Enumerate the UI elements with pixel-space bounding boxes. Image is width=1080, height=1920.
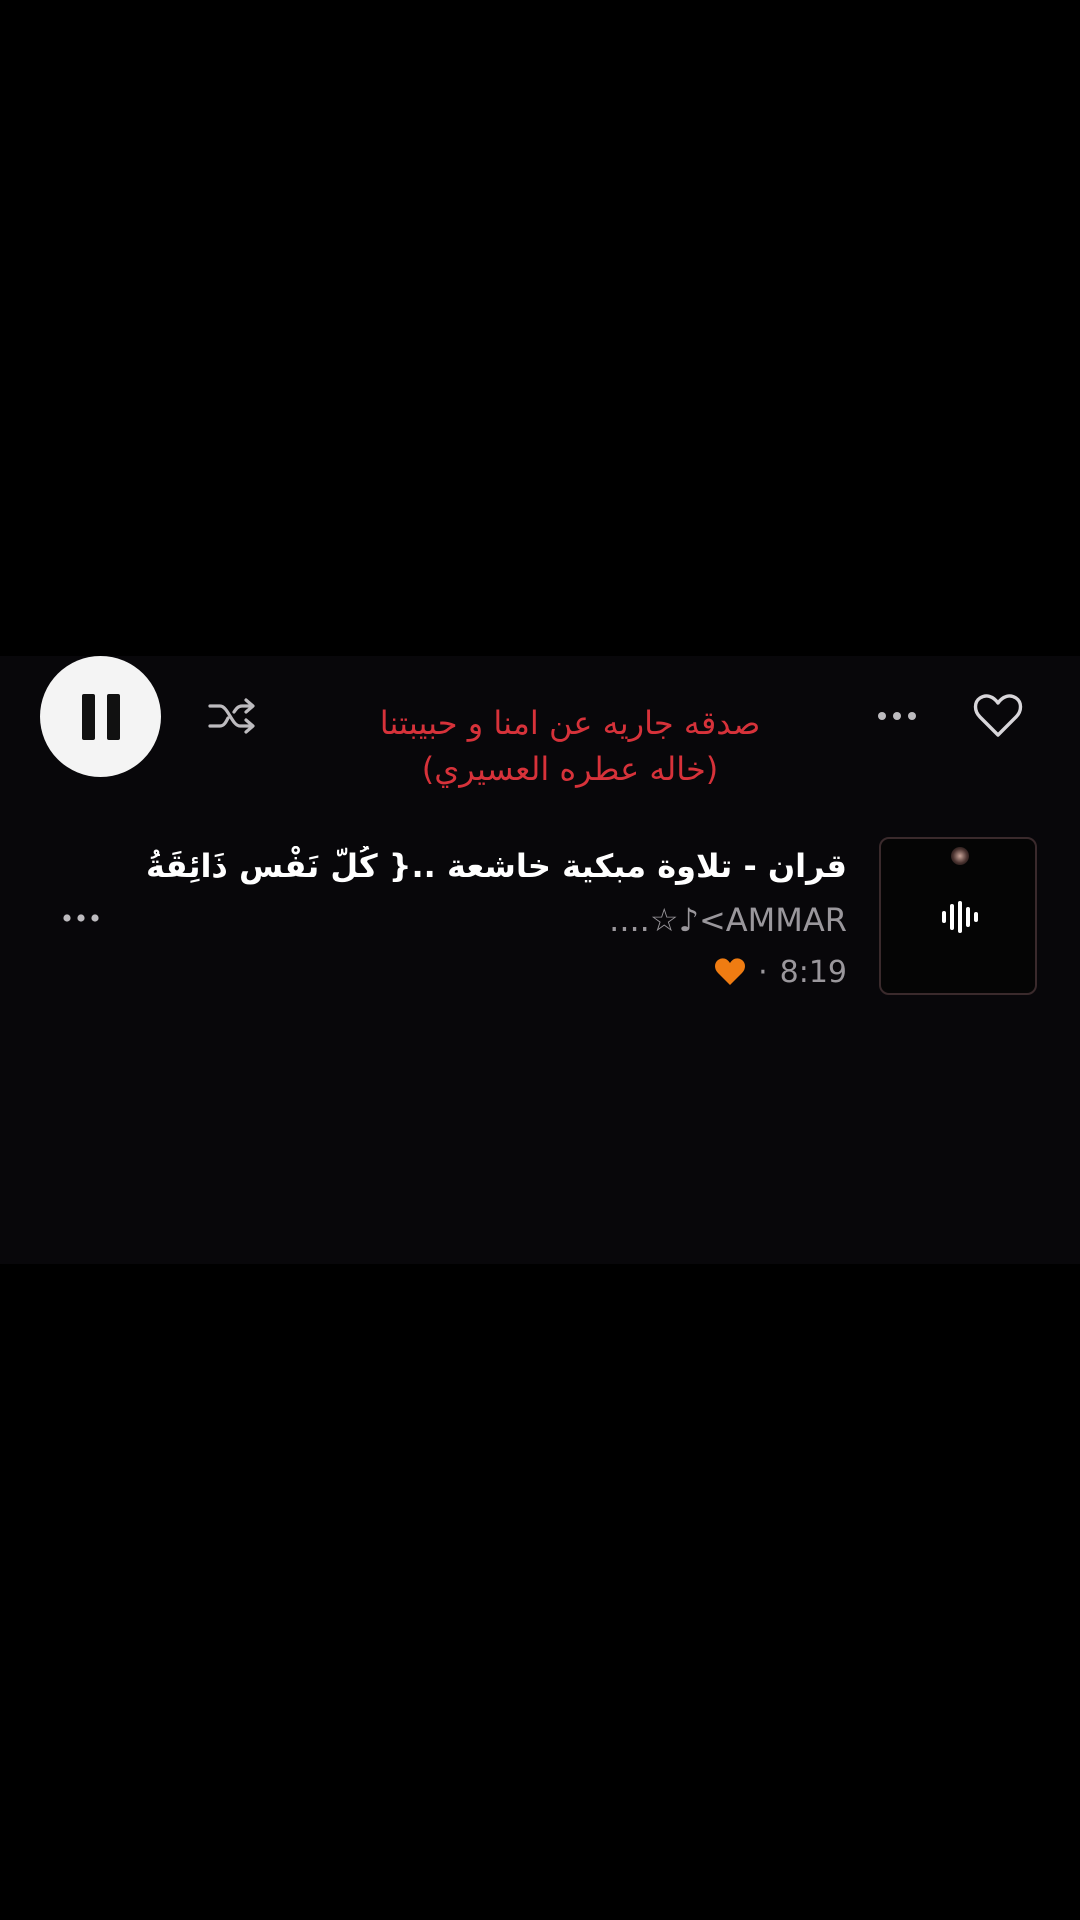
shuffle-icon[interactable] bbox=[206, 692, 260, 740]
meta-separator: · bbox=[758, 954, 768, 990]
playlist-title: صدقه جاريه عن امنا و حبيبتنا (خاله عطره … bbox=[330, 700, 810, 792]
pause-icon-bar-left bbox=[81, 693, 95, 740]
artwork-light bbox=[951, 847, 969, 865]
playlist-title-line-2: (خاله عطره العسيري) bbox=[421, 750, 719, 788]
track-artist[interactable]: ....☆♪<AMMAR bbox=[347, 898, 847, 942]
track-title[interactable]: قران - تلاوة مبكية خاشعة ..{ كُلّ نَفْسٍ… bbox=[147, 846, 847, 886]
track-duration: 8:19 bbox=[779, 954, 847, 990]
pause-icon-bar-right bbox=[106, 693, 120, 740]
pause-button[interactable] bbox=[40, 656, 161, 777]
liked-heart-icon bbox=[714, 957, 746, 987]
waveform-icon bbox=[940, 901, 980, 933]
heart-outline-icon[interactable] bbox=[970, 688, 1026, 744]
track-more-icon[interactable] bbox=[58, 898, 104, 938]
playlist-title-line-1: صدقه جاريه عن امنا و حبيبتنا bbox=[379, 704, 761, 742]
more-options-icon[interactable] bbox=[872, 696, 922, 736]
track-artwork[interactable] bbox=[879, 837, 1037, 995]
track-meta: · 8:19 bbox=[714, 950, 847, 994]
